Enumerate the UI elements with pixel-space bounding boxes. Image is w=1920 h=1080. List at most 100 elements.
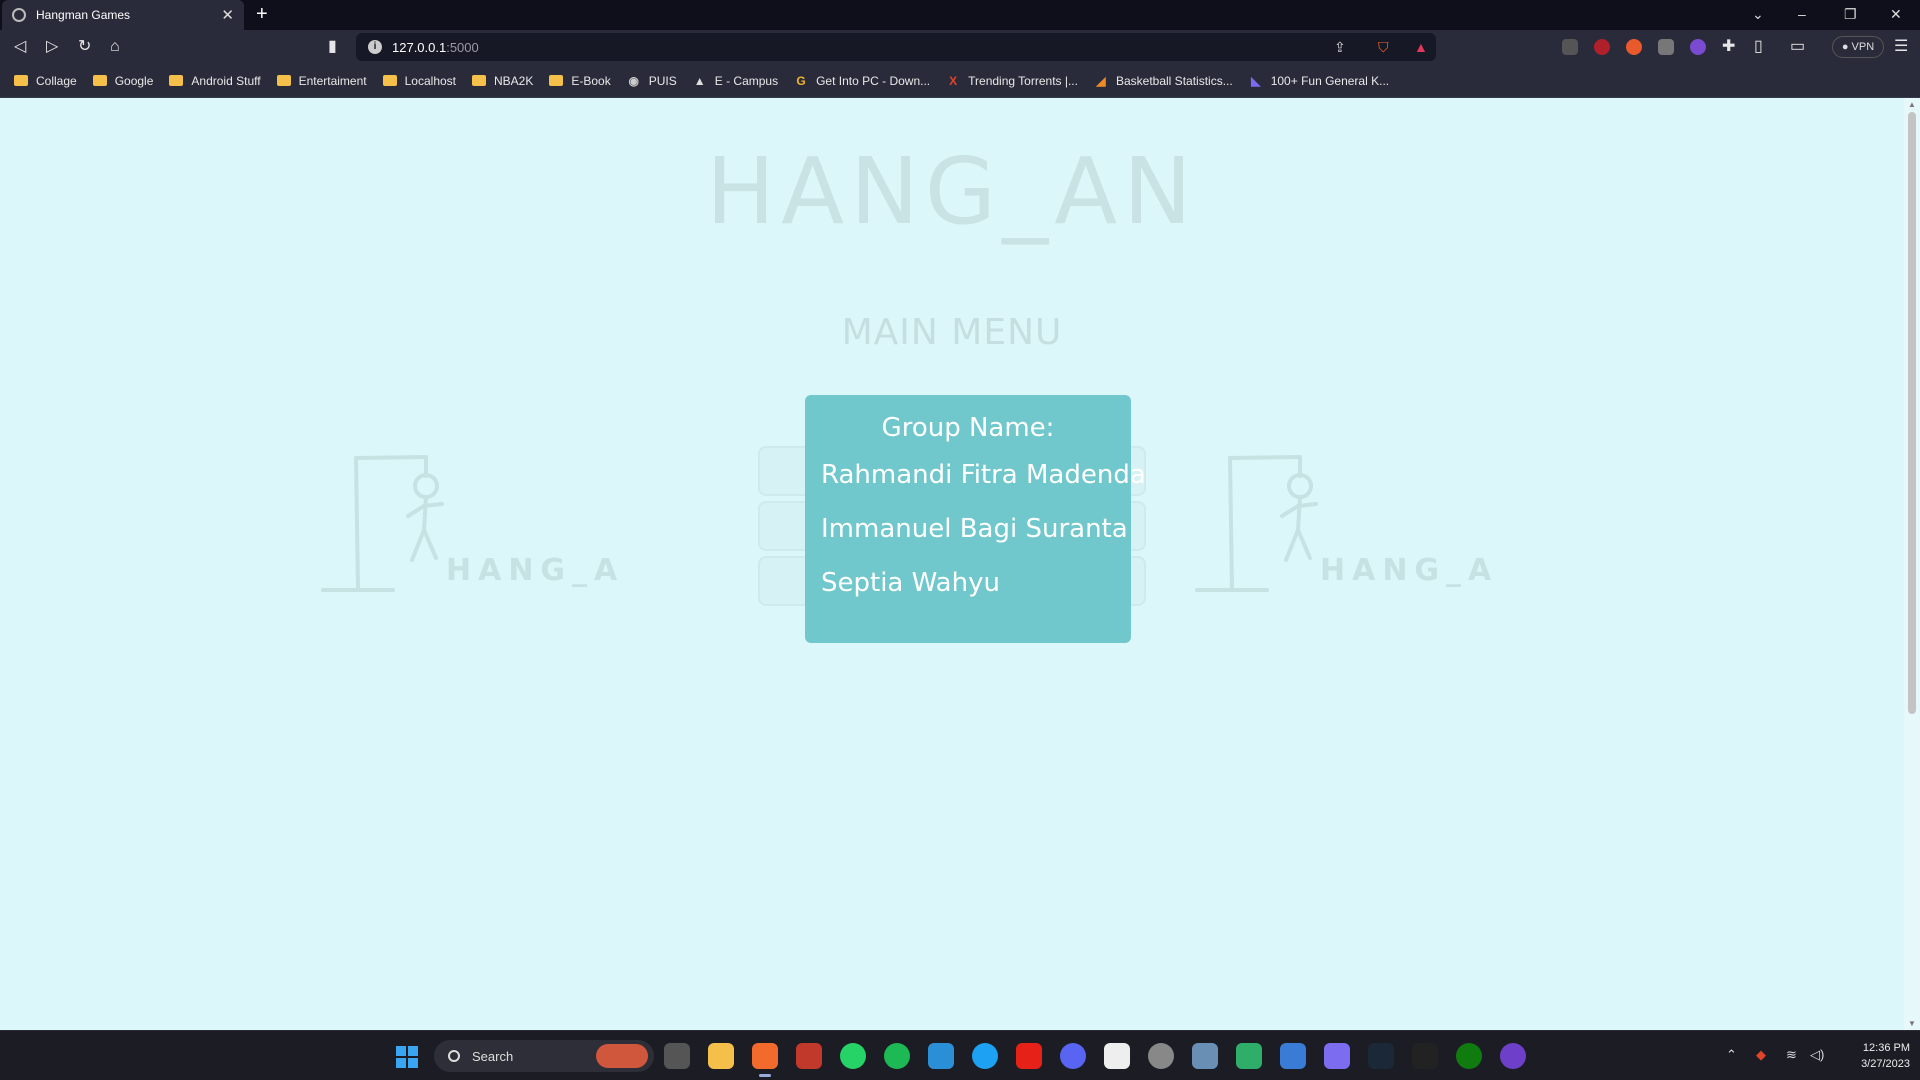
task-view-icon[interactable] [664,1043,690,1069]
game-controller-icon[interactable] [796,1043,822,1069]
tab-hangman-games[interactable]: Hangman Games ✕ [2,0,244,30]
address-bar[interactable]: i 127.0.0.1 :5000 ⇪ ⛉ ▲ [356,33,1436,61]
extension-purple-icon[interactable] [1690,39,1706,55]
back-icon[interactable]: ◁ [14,38,26,56]
url-port: :5000 [446,39,479,55]
share-icon[interactable]: ⇪ [1334,39,1346,56]
bookmark-fun-general-knowledge[interactable]: ◣ 100+ Fun General K... [1249,74,1389,88]
bookmark-nba2k[interactable]: NBA2K [472,74,533,88]
tab-search-chevron-icon[interactable]: ⌄ [1752,6,1764,23]
bookmark-e-campus[interactable]: ▲ E - Campus [693,74,778,88]
bookmark-collage[interactable]: Collage [14,74,77,88]
monitor-app-icon[interactable] [1192,1043,1218,1069]
close-window-button[interactable]: ✕ [1890,6,1902,23]
main-menu-title: MAIN MENU [841,312,1063,353]
brave-rewards-icon[interactable]: ▲ [1414,39,1428,55]
vpn-button[interactable]: ● VPN [1832,36,1884,58]
close-tab-icon[interactable]: ✕ [221,6,234,24]
folder-icon [472,75,486,86]
steam-icon[interactable] [1368,1043,1394,1069]
xbox-icon[interactable] [1456,1043,1482,1069]
clock-date: 3/27/2023 [1861,1058,1910,1070]
windows-start-icon[interactable] [396,1046,418,1068]
taskbar-clock[interactable]: 12:36 PM 3/27/2023 [1838,1040,1910,1072]
whatsapp-icon[interactable] [840,1043,866,1069]
group-name-heading: Group Name: [881,413,1055,443]
extension-infinity-icon[interactable] [1626,39,1642,55]
bookmark-android-stuff[interactable]: Android Stuff [169,74,261,88]
folder-icon [276,75,291,86]
snipping-tool-icon[interactable] [1104,1043,1130,1069]
settings-gear-icon[interactable] [1148,1043,1174,1069]
scroll-down-icon[interactable]: ▼ [1908,1019,1916,1028]
wallet-icon[interactable]: ▭ [1790,38,1805,56]
folder-icon [382,75,397,86]
volume-icon[interactable]: ◁) [1810,1047,1824,1063]
new-tab-button[interactable]: + [256,4,268,24]
forward-icon[interactable]: ▷ [46,38,58,56]
minimize-button[interactable]: – [1798,6,1806,22]
clock-time: 12:36 PM [1862,1042,1910,1054]
puis-logo-icon: ◉ [628,73,639,88]
getintopc-logo-icon: G [796,73,806,88]
bookmark-entertaiment[interactable]: Entertaiment [276,74,367,88]
github-desktop-icon[interactable] [1500,1043,1526,1069]
epic-games-icon[interactable] [1412,1043,1438,1069]
hangman-logo-left: HANG_AN [321,455,618,592]
browser-toolbar: ◁ ▷ ↻ ⌂ ▮ i 127.0.0.1 :5000 ⇪ ⛉ ▲ ✚ ▯ ▭ … [0,30,1920,64]
extension-off-icon[interactable] [1562,39,1578,55]
bookmark-get-into-pc[interactable]: G Get Into PC - Down... [794,74,930,88]
reload-icon[interactable]: ↻ [78,38,91,56]
group-member-name: Rahmandi Fitra Madenda [821,460,1146,490]
discord-icon[interactable] [1060,1043,1086,1069]
tray-game-icon[interactable]: ◆ [1756,1047,1766,1063]
bookmark-google[interactable]: Google [92,74,153,88]
bookmark-basketball-statistics[interactable]: ◢ Basketball Statistics... [1094,73,1232,88]
spotify-icon[interactable] [884,1043,910,1069]
ublock-icon[interactable] [1594,39,1610,55]
folder-icon [549,75,564,86]
globe-icon [12,8,26,22]
basketball-logo-icon: ◢ [1096,73,1106,88]
youtube-icon[interactable] [1016,1043,1042,1069]
folder-icon [92,75,107,86]
gamepad-app-icon[interactable] [1324,1043,1350,1069]
page-scrollbar[interactable]: ▲ ▼ [1904,98,1920,1030]
bookmarks-bar: Collage Google Android Stuff Entertaimen… [0,64,1920,98]
bookmark-puis[interactable]: ◉ PUIS [627,73,676,88]
group-member-name: Septia Wahyu [821,568,1000,598]
vscode-icon[interactable] [928,1043,954,1069]
bookmark-localhost[interactable]: Localhost [382,74,456,88]
windows-taskbar: Search ⌃ ◆ ≋ ◁) 12:36 PM 3/27/2023 [0,1030,1920,1080]
bookmark-e-book[interactable]: E-Book [549,74,611,88]
brave-shields-icon[interactable]: ⛉ [1378,39,1389,56]
menu-icon[interactable]: ☰ [1894,38,1908,56]
android-app-icon[interactable] [1236,1043,1262,1069]
folder-icon [14,75,28,86]
search-highlight-image [596,1044,648,1068]
microsoft-store-icon[interactable] [1280,1043,1306,1069]
home-icon[interactable]: ⌂ [110,38,120,56]
extension-grey-icon[interactable] [1658,39,1674,55]
tray-chevron-up-icon[interactable]: ⌃ [1726,1047,1737,1063]
taskbar-search[interactable]: Search [434,1040,654,1072]
search-icon [448,1050,460,1062]
e-campus-logo-icon: ▲ [693,73,706,88]
scroll-up-icon[interactable]: ▲ [1908,100,1916,109]
brave-browser-icon[interactable] [752,1043,778,1077]
wifi-icon[interactable]: ≋ [1786,1047,1797,1063]
twitter-icon[interactable] [972,1043,998,1069]
torrent-logo-icon: X [949,73,958,88]
group-name-card: Group Name: Rahmandi Fitra Madenda Imman… [805,395,1146,643]
file-explorer-icon[interactable] [708,1043,734,1069]
bookmark-trending-torrents[interactable]: X Trending Torrents |... [946,74,1078,88]
sidebar-icon[interactable]: ▯ [1754,38,1763,56]
logo-text-right: HANG_AN [1320,553,1492,588]
tab-title: Hangman Games [36,8,131,22]
group-member-name: Immanuel Bagi Suranta [821,514,1128,544]
scrollbar-thumb[interactable] [1908,112,1916,714]
extensions-puzzle-icon[interactable]: ✚ [1722,38,1735,56]
bookmark-icon[interactable]: ▮ [328,38,337,56]
restore-button[interactable]: ❐ [1844,6,1857,23]
site-info-icon[interactable]: i [368,40,382,54]
